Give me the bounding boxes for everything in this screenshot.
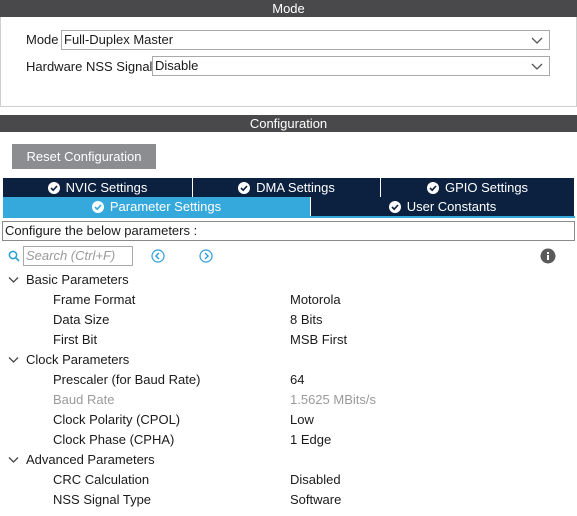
tab-parameter-settings[interactable]: Parameter Settings (3, 197, 310, 216)
check-circle-icon (238, 181, 251, 194)
mode-select[interactable]: Full-Duplex Master (61, 30, 550, 50)
param-label: Baud Rate (53, 392, 115, 407)
param-label: Clock Polarity (CPOL) (53, 412, 181, 427)
tab-label: DMA Settings (256, 180, 335, 195)
nss-label: Hardware NSS Signal (26, 59, 153, 74)
group-clock-parameters[interactable]: Clock Parameters (0, 350, 577, 370)
param-label: Prescaler (for Baud Rate) (53, 372, 201, 387)
param-value[interactable]: Motorola (290, 290, 341, 310)
param-row[interactable]: NSS Signal Type Software (0, 490, 577, 510)
param-row[interactable]: Clock Phase (CPHA) 1 Edge (0, 430, 577, 450)
param-row: Baud Rate 1.5625 MBits/s (0, 390, 577, 410)
param-label: CRC Calculation (53, 472, 150, 487)
param-row[interactable]: Frame Format Motorola (0, 290, 577, 310)
chevron-down-icon (531, 63, 543, 70)
param-value[interactable]: Low (290, 410, 314, 430)
param-row[interactable]: Data Size 8 Bits (0, 310, 577, 330)
chevron-down-icon (8, 357, 19, 363)
mode-header: Mode (0, 0, 577, 17)
next-arrow-icon[interactable] (199, 249, 213, 263)
chevron-down-icon (8, 457, 19, 463)
param-value[interactable]: Disabled (290, 470, 341, 490)
group-advanced-parameters[interactable]: Advanced Parameters (0, 450, 577, 470)
param-label: NSS Signal Type (53, 492, 152, 507)
tab-gpio-settings[interactable]: GPIO Settings (381, 178, 574, 197)
param-row[interactable]: First Bit MSB First (0, 330, 577, 350)
tab-label: User Constants (406, 199, 497, 214)
group-title: Basic Parameters (26, 272, 129, 287)
group-basic-parameters[interactable]: Basic Parameters (0, 270, 577, 290)
param-row[interactable]: Prescaler (for Baud Rate) 64 (0, 370, 577, 390)
tab-label: GPIO Settings (444, 180, 529, 195)
reset-configuration-button[interactable]: Reset Configuration (12, 144, 156, 169)
group-title: Advanced Parameters (26, 452, 155, 467)
nss-select[interactable]: Disable (152, 56, 550, 76)
param-value[interactable]: MSB First (290, 330, 347, 350)
param-value[interactable]: 64 (290, 370, 304, 390)
nss-select-value: Disable (155, 58, 199, 73)
tab-label: NVIC Settings (65, 180, 148, 195)
mode-select-value: Full-Duplex Master (64, 32, 174, 47)
info-icon[interactable] (540, 248, 556, 264)
parameters-description: Configure the below parameters : (2, 221, 575, 241)
search-icon (8, 250, 20, 262)
param-value[interactable]: 8 Bits (290, 310, 323, 330)
param-label: First Bit (53, 332, 98, 347)
param-row[interactable]: Clock Polarity (CPOL) Low (0, 410, 577, 430)
param-label: Frame Format (53, 292, 136, 307)
check-circle-icon (426, 181, 439, 194)
check-circle-icon (388, 200, 401, 213)
previous-arrow-icon[interactable] (151, 249, 165, 263)
tab-nvic-settings[interactable]: NVIC Settings (3, 178, 192, 197)
tab-dma-settings[interactable]: DMA Settings (193, 178, 380, 197)
tab-user-constants[interactable]: User Constants (311, 197, 574, 216)
chevron-down-icon (531, 37, 543, 44)
mode-label: Mode (26, 32, 59, 47)
param-value: 1.5625 MBits/s (290, 392, 376, 407)
param-value[interactable]: Software (290, 490, 341, 510)
search-input[interactable]: Search (Ctrl+F) (23, 246, 133, 266)
check-circle-icon (91, 200, 104, 213)
configuration-header: Configuration (0, 115, 577, 132)
param-label: Data Size (53, 312, 110, 327)
group-title: Clock Parameters (26, 352, 130, 367)
param-value[interactable]: 1 Edge (290, 430, 331, 450)
chevron-down-icon (8, 277, 19, 283)
tab-underline (3, 216, 575, 218)
check-circle-icon (47, 181, 60, 194)
tab-label: Parameter Settings (109, 199, 222, 214)
param-row[interactable]: CRC Calculation Disabled (0, 470, 577, 490)
param-label: Clock Phase (CPHA) (53, 432, 175, 447)
